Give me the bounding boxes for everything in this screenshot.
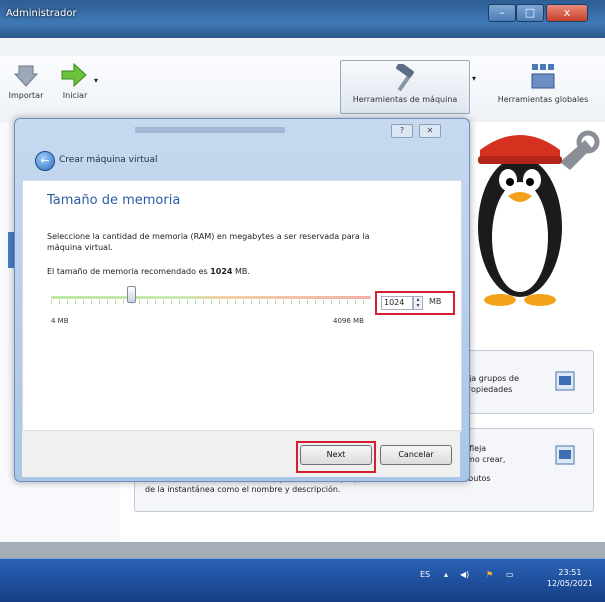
- machine-tools-label: Herramientas de máquina: [352, 95, 458, 104]
- snapshots-panel-icon[interactable]: [555, 445, 575, 465]
- machine-tools-content: Herramientas de máquina: [340, 64, 470, 104]
- recommended-memory-value: 1024: [210, 267, 233, 276]
- memory-spin-arrows[interactable]: ▴ ▾: [413, 296, 423, 310]
- import-button[interactable]: Importar: [2, 62, 50, 100]
- network-icon[interactable]: ▭: [506, 570, 514, 579]
- clock-date: 12/05/2021: [546, 579, 593, 588]
- close-button[interactable]: x: [546, 4, 588, 22]
- minimize-button[interactable]: –: [488, 4, 516, 22]
- groups-panel-icon[interactable]: [555, 371, 575, 391]
- penguin-mascot-icon: [478, 130, 600, 306]
- window-title: Administrador: [6, 8, 77, 19]
- slider-min-label: 4 MB: [51, 317, 69, 325]
- language-indicator[interactable]: ES: [420, 570, 430, 579]
- clock-time: 23:51: [558, 568, 582, 577]
- memory-value-input[interactable]: 1024: [381, 296, 413, 310]
- machine-tools-dropdown-icon[interactable]: ▾: [472, 74, 476, 83]
- memory-description: Seleccione la cantidad de memoria (RAM) …: [47, 232, 370, 252]
- main-toolbar: Importar Iniciar ▾ Herramientas de máqui…: [0, 56, 605, 123]
- start-button[interactable]: Iniciar: [52, 62, 98, 100]
- back-arrow-icon[interactable]: ←: [35, 151, 55, 171]
- global-tools-label: Herramientas globales: [497, 95, 589, 104]
- recommended-memory-text: El tamaño de memoria recomendado es 1024…: [47, 267, 250, 276]
- windows-taskbar: ES ▴ ◀) ⚑ ▭ 23:51 12/05/2021: [0, 558, 605, 602]
- start-dropdown-icon[interactable]: ▾: [94, 76, 98, 85]
- memory-unit-label: MB: [429, 297, 442, 306]
- speaker-icon[interactable]: ◀): [460, 570, 469, 579]
- memory-slider-ticks: [51, 300, 371, 304]
- dialog-close-button[interactable]: ✕: [419, 124, 441, 138]
- memory-slider-thumb[interactable]: [127, 286, 136, 303]
- dialog-content: Tamaño de memoria Seleccione la cantidad…: [22, 180, 462, 432]
- system-clock[interactable]: 23:51 12/05/2021: [547, 567, 593, 589]
- cancel-button[interactable]: Cancelar: [380, 445, 452, 465]
- window-titlebar: Administrador – □ x: [0, 0, 605, 38]
- next-button[interactable]: Next: [300, 445, 372, 465]
- dialog-help-button[interactable]: ?: [391, 124, 413, 138]
- global-tools-icon: [531, 64, 555, 89]
- slider-max-label: 4096 MB: [333, 317, 364, 325]
- dialog-titlebar-shadow: [135, 127, 285, 133]
- dialog-header: ← Crear máquina virtual: [23, 147, 463, 177]
- import-label: Importar: [8, 91, 44, 100]
- dialog-footer: Next Cancelar: [22, 430, 460, 477]
- tray-arrow-icon[interactable]: ▴: [444, 570, 448, 579]
- memory-size-title: Tamaño de memoria: [47, 193, 181, 208]
- start-arrow-icon: [61, 62, 87, 88]
- import-arrow-icon: [13, 65, 39, 87]
- maximize-button[interactable]: □: [516, 4, 544, 22]
- start-label: Iniciar: [62, 91, 88, 100]
- global-tools-button[interactable]: Herramientas globales: [484, 62, 602, 104]
- hammer-icon: [396, 64, 414, 92]
- flag-icon[interactable]: ⚑: [486, 570, 493, 579]
- menu-bar: [0, 38, 605, 57]
- memory-slider-track[interactable]: [51, 296, 371, 299]
- dialog-title: Crear máquina virtual: [59, 155, 158, 165]
- window-bottom-edge: [0, 542, 605, 558]
- memory-spinbox-highlight: 1024 ▴ ▾ MB: [375, 291, 455, 315]
